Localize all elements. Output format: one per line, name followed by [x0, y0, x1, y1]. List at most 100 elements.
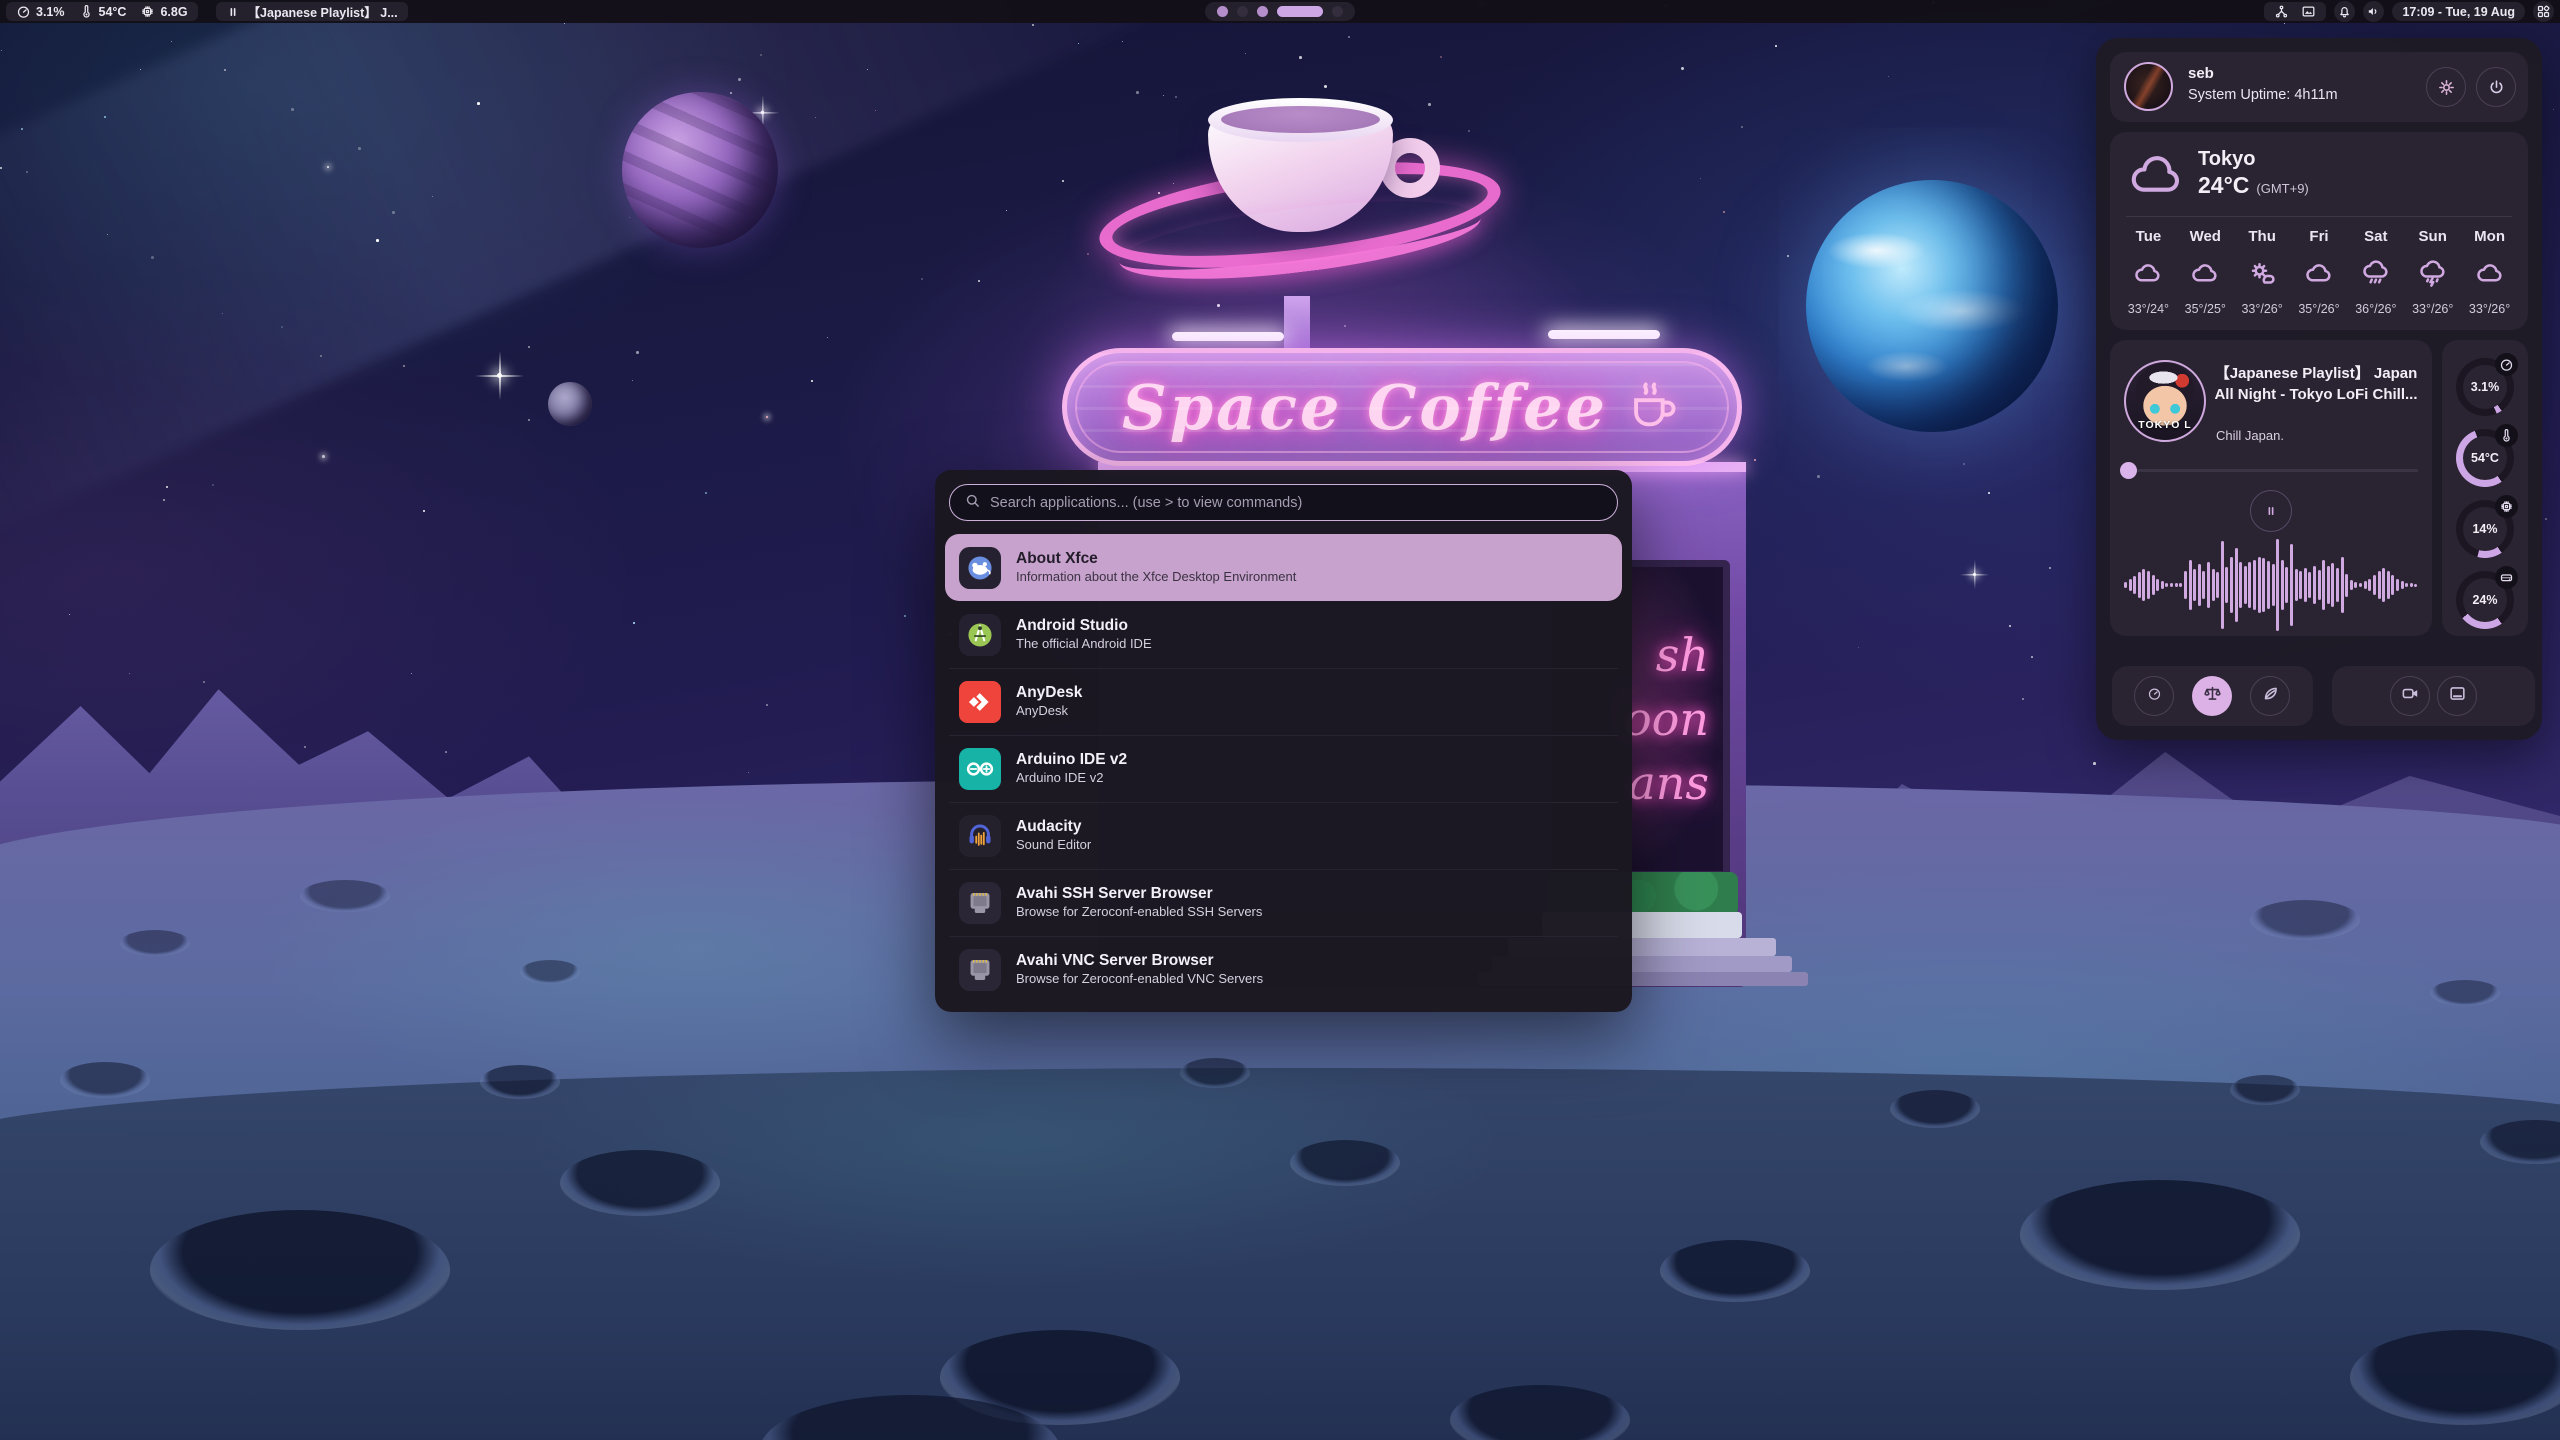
album-art[interactable]: TOKYO L [2124, 360, 2206, 442]
screen-record-button[interactable] [2390, 676, 2430, 716]
window-neon-text: sh [1656, 632, 1709, 678]
play-pause-button[interactable] [2250, 490, 2292, 532]
storm-icon [2418, 258, 2448, 290]
settings-button[interactable] [2426, 67, 2466, 107]
powersave-mode-button[interactable] [2250, 676, 2290, 716]
app-title: AnyDesk [1016, 683, 1082, 702]
forecast-day-thu: Thu 33°/26° [2234, 226, 2291, 322]
search-bar[interactable] [949, 484, 1618, 521]
taskbar-window-label: 【Japanese Playlist】 J... [248, 2, 398, 21]
crater [1890, 1090, 1980, 1128]
app-description: Browse for Zeroconf-enabled SSH Servers [1016, 904, 1262, 921]
stat-chip[interactable]: 6.8G [140, 4, 187, 19]
volume-icon[interactable] [2363, 1, 2384, 22]
crater [300, 880, 390, 912]
crater [2020, 1180, 2300, 1290]
cloud-icon [2475, 258, 2505, 290]
workspace-dot-4[interactable] [1277, 6, 1323, 17]
screenshot-icon [2448, 684, 2467, 708]
taskbar-window[interactable]: 【Japanese Playlist】 J... [216, 2, 408, 21]
capture-card [2332, 666, 2535, 726]
app-list: About Xfce Information about the Xfce De… [945, 534, 1622, 1003]
workspace-dot-1[interactable] [1217, 6, 1228, 17]
performance-mode-button[interactable] [2134, 676, 2174, 716]
workspace-dot-3[interactable] [1257, 6, 1268, 17]
forecast-day-wed: Wed 35°/25° [2177, 226, 2234, 322]
track-artist: Chill Japan. [2216, 428, 2284, 443]
crater [520, 960, 580, 984]
wallpaper-changer-icon[interactable] [2301, 4, 2316, 19]
weather-timezone: (GMT+9) [2256, 181, 2308, 196]
app-row[interactable]: Arduino IDE v2 Arduino IDE v2 [945, 735, 1622, 802]
app-title: Android Studio [1016, 616, 1152, 635]
window-neon-text: oon [1624, 696, 1709, 742]
crater [150, 1210, 450, 1330]
workspace-dot-2[interactable] [1237, 6, 1248, 17]
audio-visualizer [2124, 538, 2418, 632]
app-description: Browse for Zeroconf-enabled VNC Servers [1016, 971, 1263, 988]
notifications-icon[interactable] [2334, 1, 2355, 22]
leaf-icon [2261, 684, 2280, 708]
stat-gauge[interactable]: 3.1% [16, 4, 65, 19]
sign-light [1548, 330, 1660, 339]
seek-knob[interactable] [2120, 462, 2137, 479]
album-art-label: TOKYO L [2126, 419, 2204, 431]
crater [2250, 900, 2360, 940]
control-center: seb System Uptime: 4h11m Tokyo 24°C(GMT+… [2096, 38, 2542, 740]
cloud-icon [2190, 258, 2220, 290]
app-row[interactable]: Avahi VNC Server Browser Browse for Zero… [945, 936, 1622, 1003]
uptime-label: System Uptime: 4h11m [2188, 87, 2338, 103]
app-row[interactable]: Android Studio The official Android IDE [945, 601, 1622, 668]
app-row[interactable]: About Xfce Information about the Xfce De… [945, 534, 1622, 601]
power-button[interactable] [2476, 67, 2516, 107]
gauge-icon [2495, 353, 2518, 376]
bright-star [497, 373, 502, 378]
forecast-day-mon: Mon 33°/26° [2461, 226, 2518, 322]
cup-rim-inner [1221, 106, 1380, 133]
system-gauges-card: 3.1% 54°C 14% 24% [2442, 340, 2528, 636]
media-player-card: TOKYO L 【Japanese Playlist】 Japan All Ni… [2110, 340, 2432, 636]
weather-icon [2128, 152, 2186, 201]
crater [560, 1150, 720, 1216]
purple-planet [622, 92, 778, 248]
app-description: AnyDesk [1016, 703, 1082, 720]
overview-icon[interactable] [2533, 1, 2554, 22]
bright-star [1973, 573, 1976, 576]
app-description: Information about the Xfce Desktop Envir… [1016, 569, 1296, 586]
crater [1660, 1240, 1810, 1302]
pause-icon [226, 5, 240, 19]
system-tray [2264, 2, 2326, 21]
forecast-row: Tue 33°/24°Wed 35°/25°Thu 33°/26°Fri 35°… [2120, 226, 2518, 322]
avahi-app-icon [959, 882, 1001, 924]
seek-track[interactable] [2124, 469, 2418, 472]
clock[interactable]: 17:09 - Tue, 19 Aug [2392, 2, 2525, 21]
disk-icon [2495, 566, 2518, 589]
app-title: Avahi SSH Server Browser [1016, 884, 1262, 903]
workspace-indicator[interactable] [1205, 2, 1355, 21]
avatar[interactable] [2124, 62, 2173, 111]
balanced-mode-button[interactable] [2192, 676, 2232, 716]
top-panel: 3.1% 54°C 6.8G 【Japanese Playlist】 J... 17… [0, 0, 2560, 23]
username: seb [2188, 65, 2214, 82]
weather-card: Tokyo 24°C(GMT+9) Tue 33°/24°Wed 35°/25°… [2110, 132, 2528, 330]
suncloud-icon [2247, 258, 2277, 290]
avahi-app-icon [959, 949, 1001, 991]
search-icon [964, 492, 981, 514]
rain-icon [2361, 258, 2391, 290]
sign-text: Space Coffee [1122, 371, 1608, 444]
app-row[interactable]: Avahi SSH Server Browser Browse for Zero… [945, 869, 1622, 936]
gauge-icon [2147, 686, 2162, 706]
track-title: 【Japanese Playlist】 Japan All Night - To… [2214, 364, 2418, 405]
app-row[interactable]: AnyDesk AnyDesk [945, 668, 1622, 735]
window-neon-text: ans [1628, 760, 1709, 806]
screenshot-button[interactable] [2437, 676, 2477, 716]
stat-thermometer[interactable]: 54°C [79, 4, 127, 19]
network-icon[interactable] [2274, 4, 2289, 19]
search-input[interactable] [990, 495, 1603, 511]
app-row[interactable]: Audacity Sound Editor [945, 802, 1622, 869]
gauge-chip: 14% [2456, 500, 2514, 558]
crater [1290, 1140, 1400, 1186]
workspace-dot-5[interactable] [1332, 6, 1343, 17]
cloud-icon [2304, 258, 2334, 290]
forecast-day-tue: Tue 33°/24° [2120, 226, 2177, 322]
